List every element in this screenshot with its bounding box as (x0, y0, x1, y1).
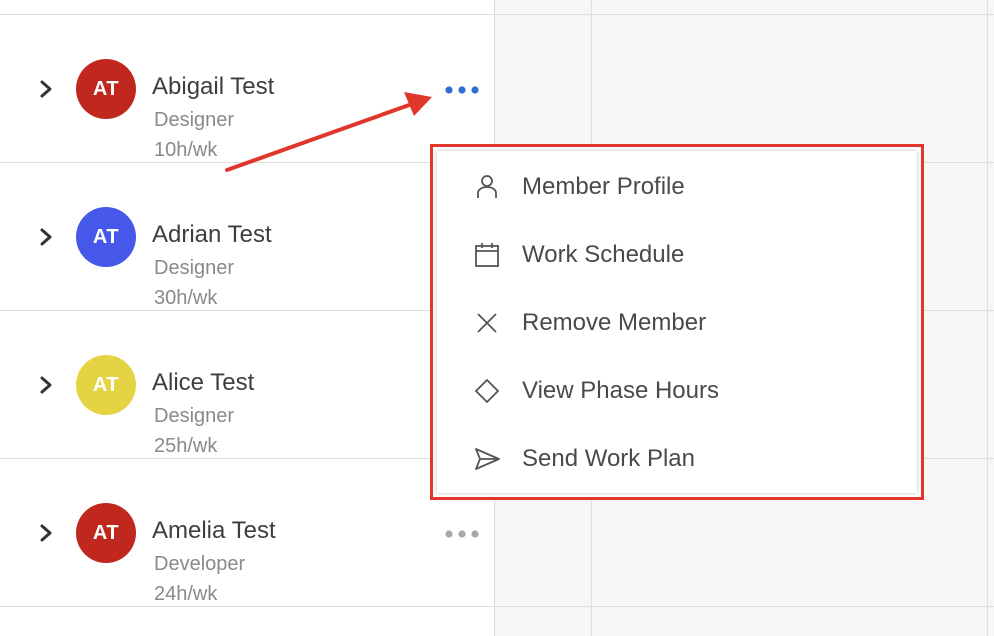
member-hours: 24h/wk (154, 583, 218, 605)
menu-item-remove-member[interactable]: Remove Member (437, 289, 917, 357)
member-row-adrian[interactable]: AT Adrian Test Designer 30h/wk (0, 163, 494, 309)
member-hours: 30h/wk (154, 287, 218, 309)
avatar: AT (76, 355, 136, 415)
menu-item-send-work-plan[interactable]: Send Work Plan (437, 425, 917, 493)
grid-line (495, 606, 994, 607)
member-role: Designer (154, 405, 235, 427)
member-role: Designer (154, 257, 235, 279)
grid-line (495, 14, 994, 15)
member-name[interactable]: Alice Test (152, 369, 254, 397)
member-name[interactable]: Abigail Test (152, 73, 274, 101)
menu-item-member-profile[interactable]: Member Profile (437, 153, 917, 221)
calendar-icon (475, 243, 499, 267)
member-name[interactable]: Amelia Test (152, 517, 276, 545)
grid-line (987, 0, 988, 636)
menu-item-label: Work Schedule (522, 241, 685, 268)
chevron-right-icon[interactable] (36, 227, 56, 247)
member-role: Developer (154, 553, 246, 575)
send-icon (475, 448, 500, 470)
menu-item-label: Remove Member (522, 309, 707, 336)
more-options-icon[interactable] (442, 526, 482, 542)
member-row-amelia[interactable]: AT Amelia Test Developer 24h/wk (0, 459, 494, 605)
close-icon (477, 313, 497, 333)
member-role: Designer (154, 109, 235, 131)
menu-item-label: Member Profile (522, 173, 685, 200)
menu-item-view-phase-hours[interactable]: View Phase Hours (437, 357, 917, 425)
chevron-right-icon[interactable] (36, 523, 56, 543)
menu-item-work-schedule[interactable]: Work Schedule (437, 221, 917, 289)
chevron-right-icon[interactable] (36, 79, 56, 99)
row-divider (0, 606, 494, 607)
member-hours: 10h/wk (154, 139, 218, 161)
avatar: AT (76, 503, 136, 563)
member-hours: 25h/wk (154, 435, 218, 457)
member-list: AT Abigail Test Designer 10h/wk AT Adria… (0, 0, 494, 636)
person-icon (477, 175, 497, 198)
chevron-right-icon[interactable] (36, 375, 56, 395)
menu-item-label: View Phase Hours (522, 377, 719, 404)
member-name[interactable]: Adrian Test (152, 221, 272, 249)
avatar: AT (76, 59, 136, 119)
member-options-menu: Member Profile Work Schedule Remove Memb… (437, 151, 917, 493)
avatar: AT (76, 207, 136, 267)
member-row-abigail[interactable]: AT Abigail Test Designer 10h/wk (0, 15, 494, 161)
more-options-icon[interactable] (442, 82, 482, 98)
member-row-alice[interactable]: AT Alice Test Designer 25h/wk (0, 311, 494, 457)
diamond-icon (474, 378, 500, 404)
menu-item-label: Send Work Plan (522, 445, 695, 472)
